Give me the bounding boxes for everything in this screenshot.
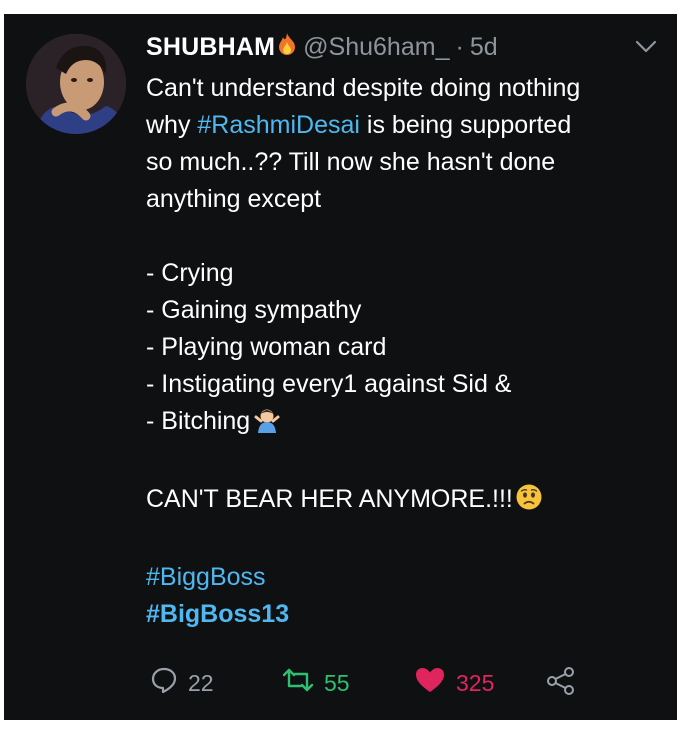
tweet-time[interactable]: 5d [470,33,498,62]
worried-face-emoji-icon [515,483,543,522]
tweet-header: SHUBHAM @Shu6ham_ · 5d [146,32,498,63]
list-item: - Crying [146,259,234,287]
share-icon [546,666,576,702]
heart-icon [414,666,446,700]
user-handle[interactable]: @Shu6ham_ [303,33,449,62]
tweet-text-fragment: CAN'T BEAR HER ANYMORE.!!! [146,485,513,513]
separator-dot: · [455,33,464,61]
hashtag-link[interactable]: #BigBoss13 [146,596,656,633]
tweet-text: Can't understand despite doing nothing w… [146,70,656,633]
tweet-actions: 22 55 325 [146,666,657,702]
list-item: - Gaining sympathy [146,296,362,324]
chevron-down-icon[interactable] [635,40,657,59]
tweet-line: Can't understand despite doing nothing [146,74,581,102]
tweet-text-fragment: is being supported [359,111,572,139]
tweet-card[interactable]: SHUBHAM @Shu6ham_ · 5d Can't understand … [4,14,677,720]
share-button[interactable] [546,666,586,702]
retweet-count: 55 [324,669,350,696]
list-item: - Playing woman card [146,333,387,361]
list-item: - Instigating every1 against Sid & [146,370,512,398]
reply-count: 22 [188,669,214,696]
tweet-line: CAN'T BEAR HER ANYMORE.!!! [146,481,656,522]
avatar[interactable] [26,34,126,134]
avatar-image [26,34,126,134]
tweet-line: why #RashmiDesai is being supported [146,107,656,144]
list-item: - Bitching [146,403,656,444]
tweet-text-fragment: why [146,111,198,139]
fire-emoji-icon [277,32,297,63]
hashtag-link[interactable]: #BiggBoss [146,559,656,596]
list-item-text: - Bitching [146,407,251,435]
hashtag-link[interactable]: #RashmiDesai [197,111,360,139]
display-name[interactable]: SHUBHAM [146,33,275,62]
reply-icon [150,666,178,700]
like-count: 325 [456,669,495,696]
like-button[interactable]: 325 [414,666,494,700]
tweet-line: so much..?? Till now she hasn't done [146,148,556,176]
tweet-line: anything except [146,185,322,213]
retweet-icon [282,666,314,700]
retweet-button[interactable]: 55 [282,666,350,700]
person-shrugging-emoji-icon [252,405,282,444]
reply-button[interactable]: 22 [150,666,214,700]
